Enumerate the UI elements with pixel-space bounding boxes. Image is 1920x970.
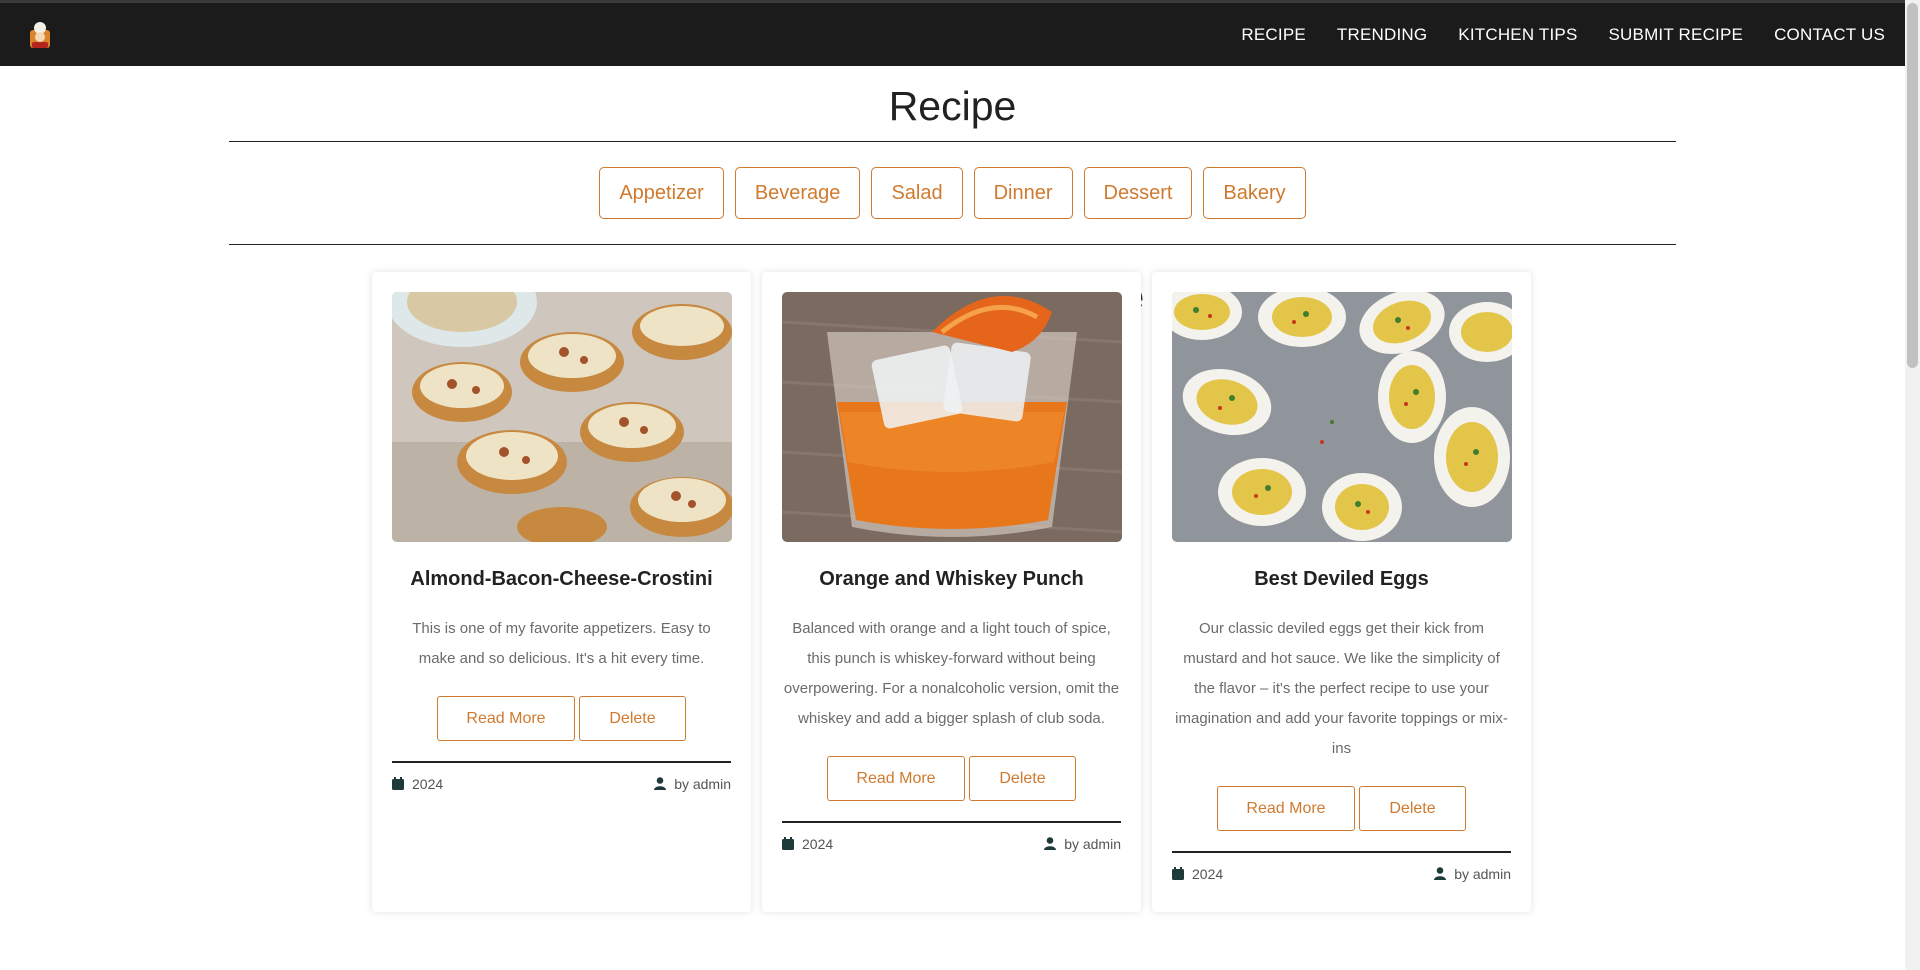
recipe-description: This is one of my favorite appetizers. E…: [412, 620, 711, 667]
card-meta: 2024 by admin: [392, 776, 731, 792]
nav-link-kitchen-tips[interactable]: KITCHEN TIPS: [1458, 25, 1577, 45]
card-meta: 2024 by admin: [782, 836, 1121, 852]
calendar-icon: [1172, 867, 1184, 880]
crostini-photo[interactable]: [392, 292, 732, 542]
page: RECIPE TRENDING KITCHEN TIPS SUBMIT RECI…: [0, 0, 1920, 970]
recipe-description: Our classic deviled eggs get their kick …: [1175, 620, 1508, 757]
divider: [229, 141, 1676, 142]
card-meta: 2024 by admin: [1172, 866, 1511, 882]
recipe-cards: Almond-Bacon-Cheese-Crostini This is one…: [372, 272, 1531, 912]
user-icon: [1044, 837, 1057, 850]
category-appetizer[interactable]: Appetizer: [599, 167, 724, 219]
page-title: Recipe: [888, 83, 1017, 129]
card-actions: Read More Delete: [1172, 786, 1511, 831]
nav-link-submit-recipe[interactable]: SUBMIT RECIPE: [1609, 25, 1744, 45]
category-filter: Appetizer Beverage Salad Dinner Dessert …: [0, 167, 1905, 219]
user-icon: [654, 777, 667, 790]
recipe-year: 2024: [1192, 865, 1224, 882]
date-meta: 2024: [1172, 866, 1223, 882]
read-more-button[interactable]: Read More: [827, 756, 965, 801]
nav-link-contact-us[interactable]: CONTACT US: [1774, 25, 1885, 45]
recipe-card: Almond-Bacon-Cheese-Crostini This is one…: [372, 272, 751, 912]
recipe-author: by admin: [1064, 835, 1121, 852]
scrollbar-thumb[interactable]: [1907, 3, 1918, 368]
recipe-title: Best Deviled Eggs: [1254, 568, 1429, 590]
user-icon: [1434, 867, 1447, 880]
site-logo[interactable]: [28, 20, 52, 50]
recipe-year: 2024: [412, 775, 444, 792]
read-more-button[interactable]: Read More: [437, 696, 575, 741]
divider: [229, 244, 1676, 245]
deviled-eggs-photo[interactable]: [1172, 292, 1512, 542]
calendar-icon: [392, 777, 404, 790]
recipe-title: Orange and Whiskey Punch: [819, 568, 1084, 590]
recipe-author: by admin: [1454, 865, 1511, 882]
category-dessert[interactable]: Dessert: [1083, 167, 1193, 219]
author-meta: by admin: [1434, 866, 1511, 882]
recipe-description: Balanced with orange and a light touch o…: [783, 620, 1120, 727]
category-dinner[interactable]: Dinner: [973, 167, 1073, 219]
date-meta: 2024: [782, 836, 833, 852]
category-beverage[interactable]: Beverage: [734, 167, 861, 219]
vertical-scrollbar[interactable]: [1905, 0, 1920, 970]
delete-button[interactable]: Delete: [969, 756, 1076, 801]
author-meta: by admin: [1044, 836, 1121, 852]
date-meta: 2024: [392, 776, 443, 792]
category-salad[interactable]: Salad: [871, 167, 963, 219]
punch-photo[interactable]: [782, 292, 1122, 542]
recipe-card: Orange and Whiskey Punch Balanced with o…: [762, 272, 1141, 912]
nav-links: RECIPE TRENDING KITCHEN TIPS SUBMIT RECI…: [1241, 25, 1885, 45]
calendar-icon: [782, 837, 794, 850]
card-divider: [782, 821, 1121, 823]
recipe-card: Best Deviled Eggs Our classic deviled eg…: [1152, 272, 1531, 912]
nav-link-trending[interactable]: TRENDING: [1337, 25, 1427, 45]
nav-link-recipe[interactable]: RECIPE: [1241, 25, 1306, 45]
card-actions: Read More Delete: [392, 696, 731, 741]
card-divider: [1172, 851, 1511, 853]
card-actions: Read More Delete: [782, 756, 1121, 801]
category-bakery[interactable]: Bakery: [1203, 167, 1306, 219]
delete-button[interactable]: Delete: [1359, 786, 1466, 831]
read-more-button[interactable]: Read More: [1217, 786, 1355, 831]
card-divider: [392, 761, 731, 763]
author-meta: by admin: [654, 776, 731, 792]
navbar: RECIPE TRENDING KITCHEN TIPS SUBMIT RECI…: [0, 3, 1905, 66]
recipe-title: Almond-Bacon-Cheese-Crostini: [410, 568, 713, 590]
delete-button[interactable]: Delete: [579, 696, 686, 741]
recipe-year: 2024: [802, 835, 834, 852]
recipe-author: by admin: [674, 775, 731, 792]
